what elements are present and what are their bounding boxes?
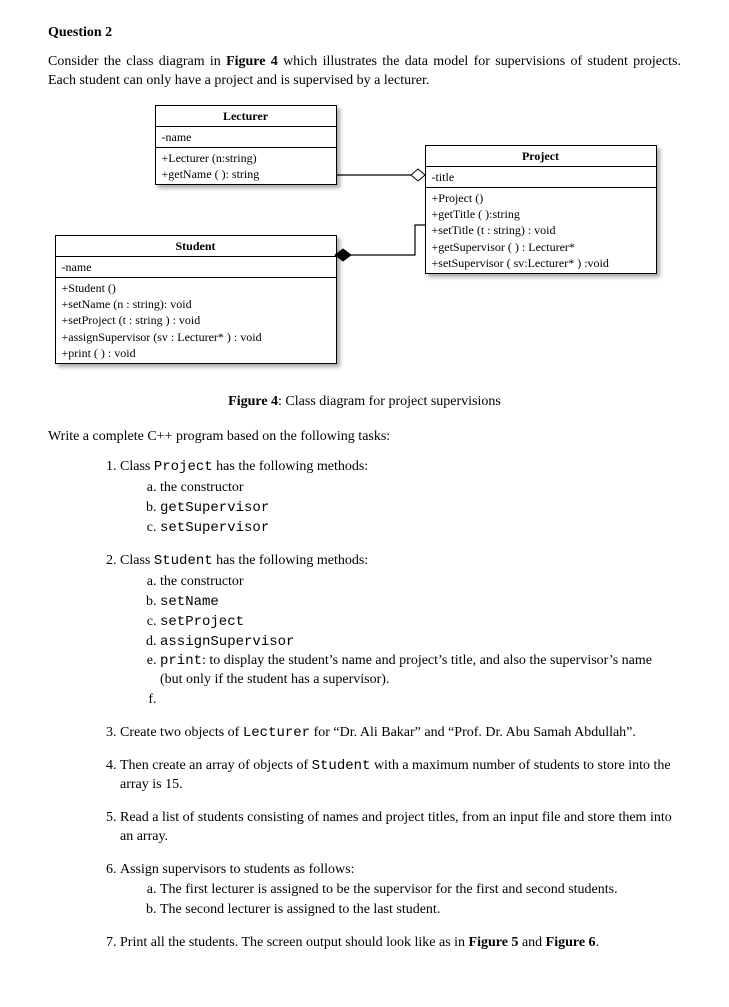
task-1-sub-a: the constructor <box>160 479 675 498</box>
task-2-sub-e-rest: : to display the student’s name and proj… <box>160 653 652 687</box>
task-7-and: and <box>518 935 545 950</box>
task-2-sub-e: print: to display the student’s name and… <box>160 652 675 690</box>
uml-project-op2: +getTitle ( ):string <box>432 206 650 222</box>
task-6-sub: The first lecturer is assigned to be the… <box>120 881 675 920</box>
task-2-sub-d-code: assignSupervisor <box>160 634 294 650</box>
task-7: Print all the students. The screen outpu… <box>120 934 681 953</box>
intro-text-a: Consider the class diagram in <box>48 54 226 69</box>
task-2-a: Class <box>120 553 154 568</box>
task-3: Create two objects of Lecturer for “Dr. … <box>120 724 681 743</box>
task-2-b: has the following methods: <box>213 553 369 568</box>
write-instruction: Write a complete C++ program based on th… <box>48 428 681 447</box>
figure-caption-label: Figure 4 <box>228 394 278 409</box>
task-5: Read a list of students consisting of na… <box>120 809 681 847</box>
uml-lecturer-op2: +getName ( ): string <box>162 166 330 182</box>
figure-caption-text: : Class diagram for project supervisions <box>278 394 501 409</box>
figure-caption: Figure 4: Class diagram for project supe… <box>48 393 681 412</box>
uml-lecturer-title: Lecturer <box>156 106 336 127</box>
uml-project-title: Project <box>426 146 656 167</box>
figure6-ref: Figure 6 <box>546 935 596 950</box>
task-4: Then create an array of objects of Stude… <box>120 757 681 795</box>
task-4-code: Student <box>312 758 371 774</box>
task-2-sub-b: setName <box>160 593 675 612</box>
task-1: Class Project has the following methods:… <box>120 458 681 538</box>
task-2-sub-d: assignSupervisor <box>160 633 675 652</box>
task-6-sub-b: The second lecturer is assigned to the l… <box>160 901 675 920</box>
task-1-sub-c: setSupervisor <box>160 519 675 538</box>
task-6: Assign supervisors to students as follow… <box>120 861 681 921</box>
uml-student-op1: +Student () <box>62 280 330 296</box>
task-6-sub-a: The first lecturer is assigned to be the… <box>160 881 675 900</box>
document-page: Question 2 Consider the class diagram in… <box>0 0 729 1007</box>
task-2-sub-a: the constructor <box>160 573 675 592</box>
uml-diagram: Lecturer -name +Lecturer (n:string) +get… <box>55 105 675 385</box>
task-3-a: Create two objects of <box>120 725 243 740</box>
task-1-b: has the following methods: <box>213 459 369 474</box>
task-3-code: Lecturer <box>243 725 310 741</box>
uml-lecturer: Lecturer -name +Lecturer (n:string) +get… <box>155 105 337 186</box>
uml-student-op3: +setProject (t : string ) : void <box>62 312 330 328</box>
task-2-sub-c-code: setProject <box>160 614 244 630</box>
task-2-code: Student <box>154 553 213 569</box>
task-1-sub-b: getSupervisor <box>160 499 675 518</box>
task-4-a: Then create an array of objects of <box>120 758 312 773</box>
task-2-sub-b-code: setName <box>160 594 219 610</box>
uml-student-op4: +assignSupervisor (sv : Lecturer* ) : vo… <box>62 329 330 345</box>
task-7-dot: . <box>596 935 600 950</box>
uml-student-attr: -name <box>62 259 330 275</box>
uml-lecturer-op1: +Lecturer (n:string) <box>162 150 330 166</box>
task-3-b: for “Dr. Ali Bakar” and “Prof. Dr. Abu S… <box>310 725 636 740</box>
task-1-sub: the constructor getSupervisor setSupervi… <box>120 479 675 538</box>
task-6-lead: Assign supervisors to students as follow… <box>120 862 355 877</box>
figure5-ref: Figure 5 <box>469 935 519 950</box>
question-title: Question 2 <box>48 24 681 43</box>
uml-project-op4: +getSupervisor ( ) : Lecturer* <box>432 239 650 255</box>
task-1-sub-c-code: setSupervisor <box>160 520 269 536</box>
uml-student-title: Student <box>56 236 336 257</box>
task-2-sub-f <box>160 691 675 710</box>
uml-lecturer-attr: -name <box>162 129 330 145</box>
task-7-a: Print all the students. The screen outpu… <box>120 935 469 950</box>
task-1-code: Project <box>154 459 213 475</box>
figure4-ref: Figure 4 <box>226 54 278 69</box>
task-2: Class Student has the following methods:… <box>120 552 681 710</box>
uml-project-op1: +Project () <box>432 190 650 206</box>
task-2-sub-c: setProject <box>160 613 675 632</box>
uml-student-op2: +setName (n : string): void <box>62 296 330 312</box>
task-1-sub-b-code: getSupervisor <box>160 500 269 516</box>
uml-student-op5: +print ( ) : void <box>62 345 330 361</box>
uml-project-attr: -title <box>432 169 650 185</box>
task-1-a: Class <box>120 459 154 474</box>
intro-paragraph: Consider the class diagram in Figure 4 w… <box>48 53 681 91</box>
uml-project-op3: +setTitle (t : string) : void <box>432 222 650 238</box>
uml-project-op5: +setSupervisor ( sv:Lecturer* ) :void <box>432 255 650 271</box>
task-list: Class Project has the following methods:… <box>48 458 681 953</box>
task-2-sub: the constructor setName setProject assig… <box>120 573 675 710</box>
uml-student: Student -name +Student () +setName (n : … <box>55 235 337 364</box>
uml-project: Project -title +Project () +getTitle ( )… <box>425 145 657 274</box>
task-2-sub-e-code: print <box>160 653 202 669</box>
